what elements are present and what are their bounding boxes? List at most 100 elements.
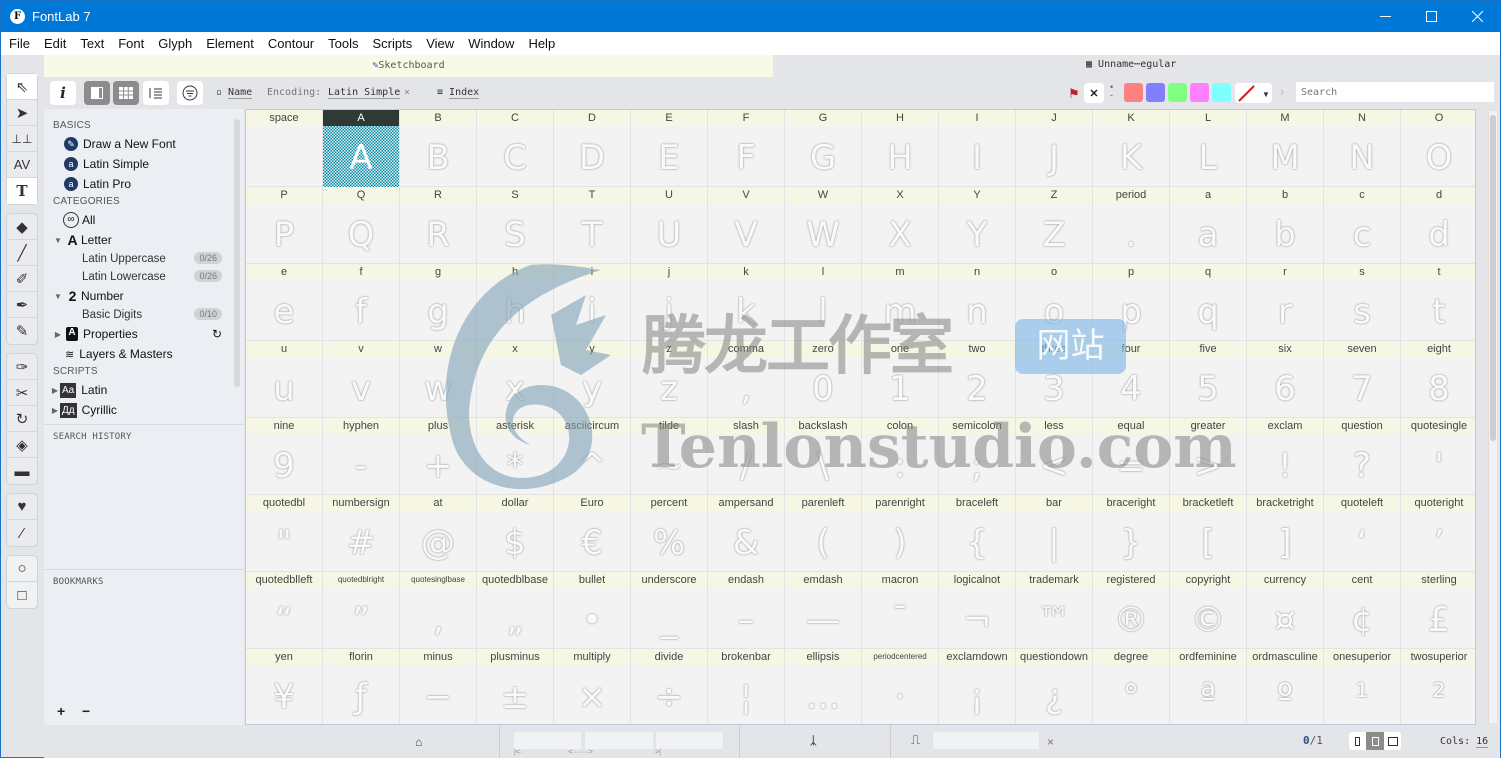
glyph-cell[interactable]: ss <box>1324 264 1401 341</box>
clear-flag-button[interactable]: ✕ <box>1084 83 1104 103</box>
menu-font[interactable]: Font <box>118 36 144 51</box>
glyph-cell[interactable]: quotedblleft “ <box>246 572 323 649</box>
sidebar-item-latin-uppercase[interactable]: Latin Uppercase 0/26 <box>44 250 244 268</box>
pen-tool[interactable]: ✒ <box>7 292 37 318</box>
glyph-cell[interactable]: zero 0 <box>785 341 862 418</box>
glyph-cell[interactable]: dollar $ <box>477 495 554 572</box>
glyph-cell[interactable]: ordfeminine ª <box>1170 649 1247 724</box>
sidebar-item-properties[interactable]: ▶ A Properties ↻ <box>44 324 244 344</box>
sidebar-item-cyrillic-script[interactable]: ▶ Дд Cyrillic <box>44 400 244 420</box>
menu-tools[interactable]: Tools <box>328 36 358 51</box>
sidebar-item-latin-script[interactable]: ▶ Aa Latin <box>44 380 244 400</box>
glyph-cell[interactable]: exclam! <box>1247 418 1324 495</box>
flag-green-swatch[interactable] <box>1168 83 1187 102</box>
eraser-tool[interactable]: ◆ <box>7 214 37 240</box>
glyph-cell[interactable]: XX <box>862 187 939 264</box>
close-button[interactable] <box>1454 1 1500 32</box>
glyph-cell[interactable]: emdash — <box>785 572 862 649</box>
left-sidebearing-field[interactable] <box>514 732 581 749</box>
glyph-cell[interactable]: MM <box>1247 110 1324 187</box>
menu-help[interactable]: Help <box>528 36 555 51</box>
glyph-cell[interactable]: bar | <box>1016 495 1093 572</box>
glyph-cell[interactable]: colon: <box>862 418 939 495</box>
glyph-cell[interactable]: qq <box>1170 264 1247 341</box>
glyph-cell[interactable]: ff <box>323 264 400 341</box>
glyph-cell[interactable]: vv <box>323 341 400 418</box>
large-cells-button[interactable] <box>1384 732 1401 750</box>
glyph-cell[interactable]: cc <box>1324 187 1401 264</box>
glyph-cell[interactable]: nine 9 <box>246 418 323 495</box>
heart-tool[interactable]: ♥ <box>7 494 37 520</box>
glyph-cell[interactable]: hh <box>477 264 554 341</box>
glyph-cell[interactable]: jj <box>631 264 708 341</box>
menu-glyph[interactable]: Glyph <box>158 36 192 51</box>
refresh-icon[interactable]: ↻ <box>212 327 222 341</box>
glyph-cell[interactable]: one 1 <box>862 341 939 418</box>
info-button[interactable]: i <box>50 81 76 105</box>
grid-scrollbar[interactable] <box>1488 111 1497 723</box>
glyph-cell[interactable]: asterisk * <box>477 418 554 495</box>
sidebar-item-layers-masters[interactable]: ≋ Layers & Masters <box>44 344 244 364</box>
ellipse-tool[interactable]: ○ <box>7 556 37 582</box>
glyph-cell[interactable]: multiply × <box>554 649 631 724</box>
glyph-cell[interactable]: degree ° <box>1093 649 1170 724</box>
brush-tool[interactable]: ╱ <box>7 240 37 266</box>
glyph-cell[interactable]: xx <box>477 341 554 418</box>
glyph-cell[interactable]: quotedbl " <box>246 495 323 572</box>
glyph-cell[interactable]: underscore _ <box>631 572 708 649</box>
cols-value[interactable]: 16 <box>1476 736 1489 748</box>
glyph-cell[interactable]: cent ¢ <box>1324 572 1401 649</box>
glyph-cell[interactable]: tt <box>1401 264 1475 341</box>
sidebar-view-button[interactable] <box>84 81 110 105</box>
element-select-tool[interactable]: ➤ <box>7 100 37 126</box>
glyph-cell[interactable]: question? <box>1324 418 1401 495</box>
sidebar-item-latin-simple[interactable]: a Latin Simple <box>44 154 244 174</box>
glyph-cell[interactable]: endash – <box>708 572 785 649</box>
glyph-cell[interactable]: hyphen - <box>323 418 400 495</box>
sidebar-item-basic-digits[interactable]: Basic Digits 0/10 <box>44 306 244 324</box>
glyph-cell[interactable]: kk <box>708 264 785 341</box>
glyph-cell[interactable]: PP <box>246 187 323 264</box>
collapse-triangle-icon[interactable]: ▶ <box>52 330 64 339</box>
glyph-cell[interactable]: quoteleft ‘ <box>1324 495 1401 572</box>
menu-scripts[interactable]: Scripts <box>373 36 413 51</box>
glyph-cell[interactable]: QQ <box>323 187 400 264</box>
glyph-cell[interactable]: logicalnot ¬ <box>939 572 1016 649</box>
encoding-select[interactable]: Latin Simple <box>328 87 401 99</box>
glyph-cell[interactable]: twosuperior ² <box>1401 649 1475 724</box>
glyph-cell[interactable]: yy <box>554 341 631 418</box>
minimize-button[interactable] <box>1362 1 1408 32</box>
glyph-cell[interactable]: UU <box>631 187 708 264</box>
glyph-cell[interactable]: bracketleft [ <box>1170 495 1247 572</box>
kerning-tool[interactable]: AV <box>7 152 37 178</box>
small-cells-button[interactable] <box>1349 732 1366 750</box>
glyph-cell[interactable]: four 4 <box>1093 341 1170 418</box>
glyph-cell[interactable]: quotesingle ' <box>1401 418 1475 495</box>
glyph-cell[interactable]: bb <box>1247 187 1324 264</box>
fill-tool[interactable]: ◈ <box>7 432 37 458</box>
grid-view-button[interactable] <box>113 81 139 105</box>
glyph-cell[interactable]: LL <box>1170 110 1247 187</box>
glyph-cell[interactable]: space <box>246 110 323 187</box>
glyph-cell[interactable]: pp <box>1093 264 1170 341</box>
clear-encoding-button[interactable]: × <box>404 87 410 98</box>
menu-file[interactable]: File <box>9 36 30 51</box>
flag-more-dropdown[interactable]: ▼ <box>1235 83 1272 103</box>
glyph-cell[interactable]: KK <box>1093 110 1170 187</box>
flag-cyan-swatch[interactable] <box>1212 83 1231 102</box>
glyph-cell[interactable]: period. <box>1093 187 1170 264</box>
flag-pink-swatch[interactable] <box>1190 83 1209 102</box>
sidebar-item-number[interactable]: ▼ 2 Number <box>44 286 244 306</box>
glyph-cell[interactable]: II <box>939 110 1016 187</box>
unicode-icon[interactable]: ᛣ <box>810 735 817 747</box>
sidebar-item-all[interactable]: ∞ All <box>44 210 244 230</box>
menu-window[interactable]: Window <box>468 36 514 51</box>
remove-bookmark-button[interactable]: − <box>82 703 90 719</box>
font-tab[interactable]: ▦ Unname⋯egular <box>1086 59 1176 70</box>
chevron-right-icon[interactable]: › <box>1280 84 1284 99</box>
columns-control[interactable]: Cols: 16 <box>1440 736 1489 748</box>
filter-button[interactable] <box>177 81 203 105</box>
glyph-cell[interactable]: registered ® <box>1093 572 1170 649</box>
glyph-cell[interactable]: ii <box>554 264 631 341</box>
glyph-cell[interactable]: sterling £ <box>1401 572 1475 649</box>
